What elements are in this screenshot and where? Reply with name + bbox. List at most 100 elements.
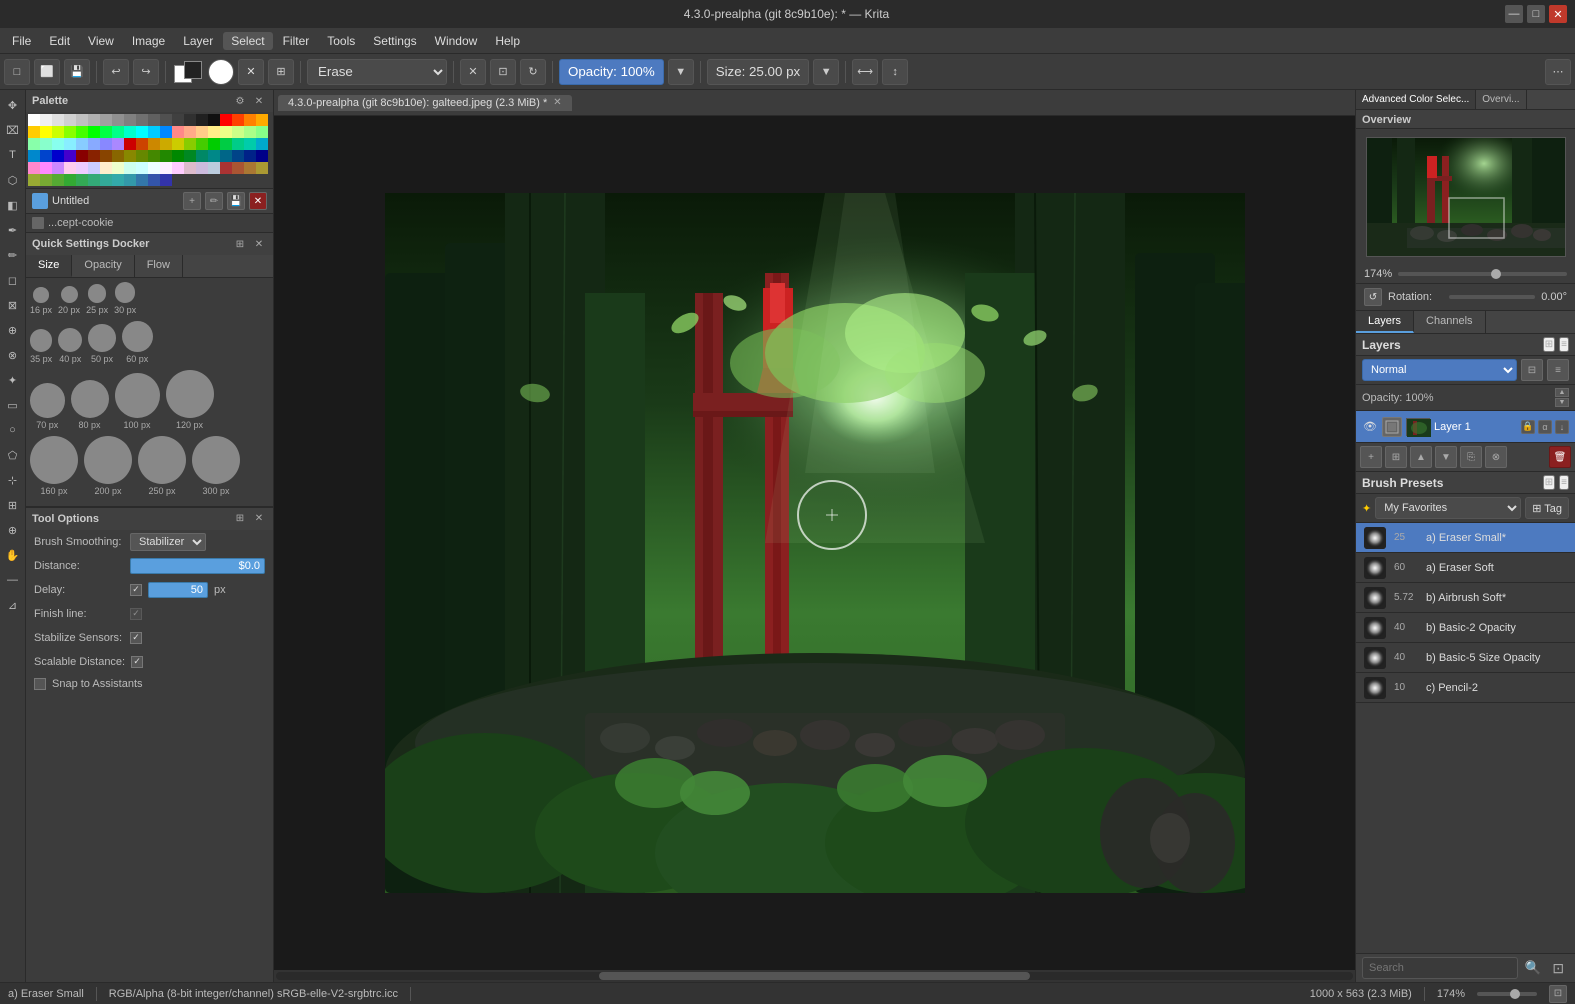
- palette-swatch-98[interactable]: [244, 162, 256, 174]
- palette-swatch-95[interactable]: [208, 162, 220, 174]
- palette-swatch-91[interactable]: [160, 162, 172, 174]
- zoom-status-slider[interactable]: [1477, 992, 1537, 996]
- palette-swatch-40[interactable]: [28, 138, 40, 150]
- menu-layer[interactable]: Layer: [175, 32, 221, 50]
- qs-pin-btn[interactable]: ⊞: [232, 236, 248, 252]
- palette-swatch-42[interactable]: [52, 138, 64, 150]
- palette-swatch-67[interactable]: [112, 150, 124, 162]
- palette-swatch-8[interactable]: [124, 114, 136, 126]
- palette-swatch-7[interactable]: [112, 114, 124, 126]
- palette-swatch-89[interactable]: [136, 162, 148, 174]
- tool-move[interactable]: ✦: [2, 369, 24, 391]
- palette-swatch-101[interactable]: [40, 174, 52, 186]
- palette-swatch-6[interactable]: [100, 114, 112, 126]
- palette-swatch-17[interactable]: [232, 114, 244, 126]
- search-input[interactable]: [1362, 957, 1518, 979]
- tool-smart-patch[interactable]: ⊠: [2, 294, 24, 316]
- palette-swatch-92[interactable]: [172, 162, 184, 174]
- merge-layer-btn[interactable]: ⊗: [1485, 446, 1507, 468]
- palette-swatch-48[interactable]: [124, 138, 136, 150]
- palette-swatch-34[interactable]: [196, 126, 208, 138]
- size-down[interactable]: ▼: [813, 59, 839, 85]
- quick-settings-header[interactable]: Quick Settings Docker ⊞ ✕: [26, 233, 273, 255]
- to-close-btn[interactable]: ✕: [251, 511, 267, 527]
- canvas-tab[interactable]: 4.3.0-prealpha (git 8c9b10e): galteed.jp…: [278, 95, 572, 111]
- size-bubble-item-1[interactable]: 20 px: [58, 286, 80, 315]
- opacity-down-btn[interactable]: ▼: [1555, 398, 1569, 407]
- minimize-button[interactable]: —: [1505, 5, 1523, 23]
- move-layer-up-btn[interactable]: ▲: [1410, 446, 1432, 468]
- opacity-down[interactable]: ▼: [668, 59, 694, 85]
- palette-swatch-15[interactable]: [208, 114, 220, 126]
- zoom-fit-canvas-btn[interactable]: ⊡: [1549, 985, 1567, 1003]
- palette-swatch-74[interactable]: [196, 150, 208, 162]
- palette-swatch-46[interactable]: [100, 138, 112, 150]
- brush-list-item-2[interactable]: 5.72b) Airbrush Soft*: [1356, 583, 1575, 613]
- delete-layer-btn[interactable]: ✕: [249, 192, 267, 210]
- tab-opacity[interactable]: Opacity: [72, 255, 134, 277]
- palette-swatch-108[interactable]: [124, 174, 136, 186]
- palette-swatch-22[interactable]: [52, 126, 64, 138]
- tool-contiguous-select[interactable]: ⊞: [2, 494, 24, 516]
- brush-patterns-button[interactable]: ⊞: [268, 59, 294, 85]
- palette-swatch-85[interactable]: [88, 162, 100, 174]
- palette-swatch-26[interactable]: [100, 126, 112, 138]
- palette-swatch-27[interactable]: [112, 126, 124, 138]
- palette-swatch-31[interactable]: [160, 126, 172, 138]
- size-bubble-item-13[interactable]: 200 px: [84, 436, 132, 496]
- eraser-toggle[interactable]: ✕: [238, 59, 264, 85]
- clear-button[interactable]: ✕: [460, 59, 486, 85]
- brush-name-select[interactable]: Erase: [307, 59, 447, 85]
- palette-swatch-4[interactable]: [76, 114, 88, 126]
- save-button[interactable]: 💾: [64, 59, 90, 85]
- scrollbar-thumb-h[interactable]: [599, 972, 1030, 980]
- canvas-scrollbar-h[interactable]: [274, 970, 1355, 982]
- blend-collapse-btn[interactable]: ≡: [1547, 359, 1569, 381]
- delay-checkbox[interactable]: [130, 584, 142, 596]
- to-pin-btn[interactable]: ⊞: [232, 511, 248, 527]
- stabilize-sensors-checkbox[interactable]: [130, 632, 142, 644]
- palette-swatch-82[interactable]: [52, 162, 64, 174]
- tool-zoom[interactable]: ⊕: [2, 519, 24, 541]
- palette-swatch-104[interactable]: [76, 174, 88, 186]
- palette-swatch-60[interactable]: [28, 150, 40, 162]
- size-bubble-item-6[interactable]: 50 px: [88, 324, 116, 364]
- palette-swatch-58[interactable]: [244, 138, 256, 150]
- palette-swatch-0[interactable]: [28, 114, 40, 126]
- move-layer-down-btn[interactable]: ▼: [1435, 446, 1457, 468]
- palette-settings-btn[interactable]: ⚙: [232, 93, 248, 109]
- palette-swatch-102[interactable]: [52, 174, 64, 186]
- palette-swatch-62[interactable]: [52, 150, 64, 162]
- tool-eyedropper[interactable]: ✒: [2, 219, 24, 241]
- redo-button[interactable]: ↪: [133, 59, 159, 85]
- palette-swatch-21[interactable]: [40, 126, 52, 138]
- add-layer-btn[interactable]: +: [183, 192, 201, 210]
- distance-input[interactable]: $0.0: [130, 558, 265, 574]
- palette-swatch-57[interactable]: [232, 138, 244, 150]
- palette-swatch-16[interactable]: [220, 114, 232, 126]
- palette-swatch-2[interactable]: [52, 114, 64, 126]
- menu-view[interactable]: View: [80, 32, 122, 50]
- size-bubble-item-9[interactable]: 80 px: [71, 380, 109, 430]
- opacity-up-btn[interactable]: ▲: [1555, 388, 1569, 397]
- brush-tag-btn[interactable]: ⊞ Tag: [1525, 497, 1569, 519]
- brush-list-item-5[interactable]: 10c) Pencil-2: [1356, 673, 1575, 703]
- palette-swatch-99[interactable]: [256, 162, 268, 174]
- palette-swatch-24[interactable]: [76, 126, 88, 138]
- canvas-tab-close[interactable]: ✕: [553, 97, 561, 108]
- tool-crop[interactable]: ⌧: [2, 119, 24, 141]
- palette-swatch-81[interactable]: [40, 162, 52, 174]
- palette-swatch-32[interactable]: [172, 126, 184, 138]
- tool-options-header[interactable]: Tool Options ⊞ ✕: [26, 508, 273, 530]
- size-bubble-item-5[interactable]: 40 px: [58, 328, 82, 364]
- size-bubble-item-4[interactable]: 35 px: [30, 329, 52, 363]
- palette-swatch-80[interactable]: [28, 162, 40, 174]
- palette-swatch-78[interactable]: [244, 150, 256, 162]
- menu-help[interactable]: Help: [487, 32, 528, 50]
- tool-select-paint[interactable]: ⊹: [2, 469, 24, 491]
- size-bubble-item-0[interactable]: 16 px: [30, 287, 52, 315]
- brush-favorites-select[interactable]: My Favorites: [1375, 497, 1521, 519]
- palette-swatch-41[interactable]: [40, 138, 52, 150]
- close-button[interactable]: ✕: [1549, 5, 1567, 23]
- palette-swatch-73[interactable]: [184, 150, 196, 162]
